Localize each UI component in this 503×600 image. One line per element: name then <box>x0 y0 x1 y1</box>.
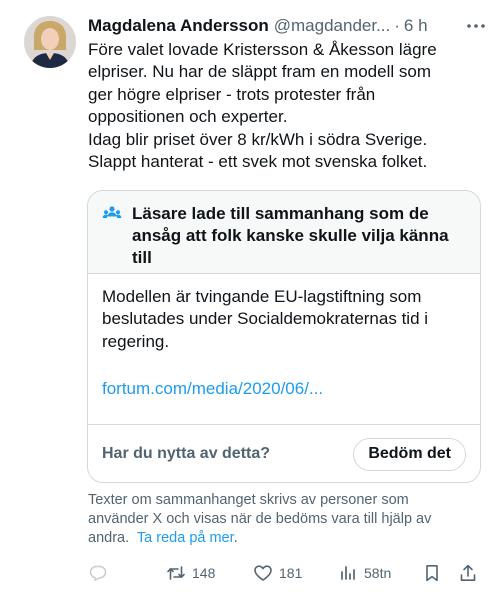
note-helpful-question: Har du nytta av detta? <box>102 445 271 462</box>
community-notes-people-icon <box>102 204 122 224</box>
note-title-line: till <box>132 248 152 267</box>
tweet-text-line: elpriser. Nu har de släppt fram en model… <box>88 62 431 82</box>
repost-button[interactable]: 148 <box>166 560 215 586</box>
view-count: 58tn <box>364 565 392 581</box>
community-note-header: Läsare lade till sammanhang som de ansåg… <box>88 191 480 274</box>
community-note-card: Läsare lade till sammanhang som de ansåg… <box>87 190 481 483</box>
tweet-text-line: Slappt hanterat - ett svek mot svenska f… <box>88 152 428 172</box>
share-icon <box>458 563 478 583</box>
author-handle[interactable]: @magdander... <box>274 16 391 36</box>
author-avatar[interactable] <box>24 16 76 68</box>
like-button[interactable]: 181 <box>253 560 302 586</box>
note-body-line: Modellen är tvingande EU-lagstiftning so… <box>102 287 422 306</box>
tweet-text-line: Före valet lovade Kristersson & Åkesson … <box>88 40 437 59</box>
tweet-time[interactable]: 6 h <box>404 16 428 36</box>
note-body-line: regering. <box>102 331 170 351</box>
note-rating-footer: Har du nytta av detta? Bedöm det <box>88 424 480 482</box>
more-icon[interactable] <box>464 15 488 37</box>
note-title-line: ansåg att folk kanske skulle vilja känna <box>132 226 449 245</box>
share-button[interactable] <box>458 560 478 586</box>
bookmark-icon <box>422 563 442 583</box>
note-body-line: beslutades under Socialdemokraternas tid… <box>102 309 429 329</box>
repost-icon <box>166 563 186 583</box>
disclaimer-line: använder X och visas när de bedöms vara … <box>88 511 432 527</box>
repost-count: 148 <box>192 565 216 581</box>
rate-note-button[interactable]: Bedöm det <box>353 437 466 471</box>
disclaimer-period: . <box>233 530 238 546</box>
tweet-actions: 148 181 58tn <box>88 560 483 586</box>
disclaimer-line: andra. <box>88 530 130 546</box>
note-body-text: Modellen är tvingande EU-lagstiftning so… <box>102 286 466 353</box>
reply-icon <box>88 563 108 583</box>
learn-more-link[interactable]: Ta reda på mer <box>137 530 234 546</box>
tweet-text-line: oppositionen och experter. <box>88 107 288 127</box>
views-bar-chart-icon <box>338 563 358 583</box>
disclaimer-last-line: andra. Ta reda på mer. <box>88 529 488 548</box>
tweet-header: Magdalena Andersson @magdander... · 6 h <box>88 14 488 38</box>
author-name[interactable]: Magdalena Andersson <box>88 16 269 36</box>
community-note-body: Modellen är tvingande EU-lagstiftning so… <box>88 274 480 424</box>
tweet-text-line: ger högre elpriser - trots protester frå… <box>88 84 376 104</box>
disclaimer-line: Texter om sammanhanget skrivs av persone… <box>88 492 409 508</box>
tweet-text: Före valet lovade Kristersson & Åkesson … <box>88 39 493 173</box>
note-title-line: Läsare lade till sammanhang som de <box>132 204 429 223</box>
community-notes-disclaimer: Texter om sammanhanget skrivs av persone… <box>88 491 488 548</box>
heart-icon <box>253 563 273 583</box>
views-button[interactable]: 58tn <box>338 560 391 586</box>
reply-button[interactable] <box>88 560 114 586</box>
note-source-link[interactable]: fortum.com/media/2020/06/... <box>102 379 466 399</box>
time-separator: · <box>394 16 400 35</box>
bookmark-button[interactable] <box>422 560 442 586</box>
community-note-title: Läsare lade till sammanhang som de ansåg… <box>132 203 466 269</box>
tweet-text-line: Idag blir priset över 8 kr/kWh i södra S… <box>88 129 428 149</box>
like-count: 181 <box>279 565 303 581</box>
